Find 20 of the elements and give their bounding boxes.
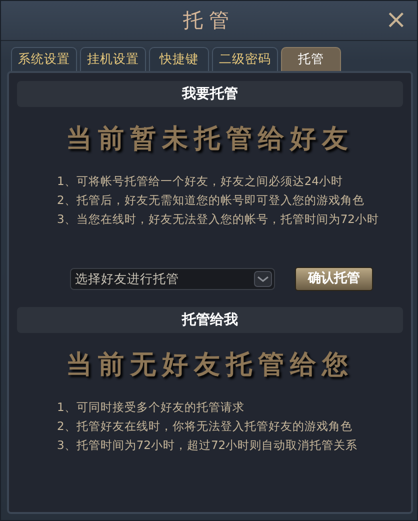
note-line: 3、当您在线时，好友无法登入您的帐号，托管时间为72小时: [57, 212, 379, 226]
confirm-button[interactable]: 确认托管: [295, 267, 373, 291]
tab[interactable]: 二级密码: [212, 47, 278, 71]
note-line: 2、托管后，好友无需知道您的帐号即可登入您的游戏角色: [57, 193, 364, 207]
tab[interactable]: 系统设置: [11, 47, 77, 71]
section-title: 我要托管: [182, 84, 238, 104]
close-button[interactable]: ×: [381, 7, 411, 33]
caret-icon: [254, 271, 272, 287]
status-title: 当前无好友托管给您: [66, 350, 354, 379]
tab[interactable]: 挂机设置: [80, 47, 146, 71]
tab[interactable]: 快捷键: [149, 47, 209, 71]
section-title: 托管给我: [182, 310, 238, 330]
friend-select[interactable]: 选择好友进行托管: [70, 268, 275, 290]
note-line: 2、托管好友在线时，你将无法登入托管好友的游戏角色: [57, 419, 352, 433]
tab[interactable]: 托管: [281, 47, 341, 71]
note-line: 3、托管时间为72小时，超过72小时则自动取消托管关系: [57, 438, 358, 452]
window-title: 托管: [183, 8, 235, 32]
note-line: 1、可同时接受多个好友的托管请求: [57, 400, 244, 414]
status-title: 当前暂未托管给好友: [66, 124, 354, 153]
note-line: 1、可将帐号托管给一个好友，好友之间必须达24小时: [57, 174, 343, 188]
